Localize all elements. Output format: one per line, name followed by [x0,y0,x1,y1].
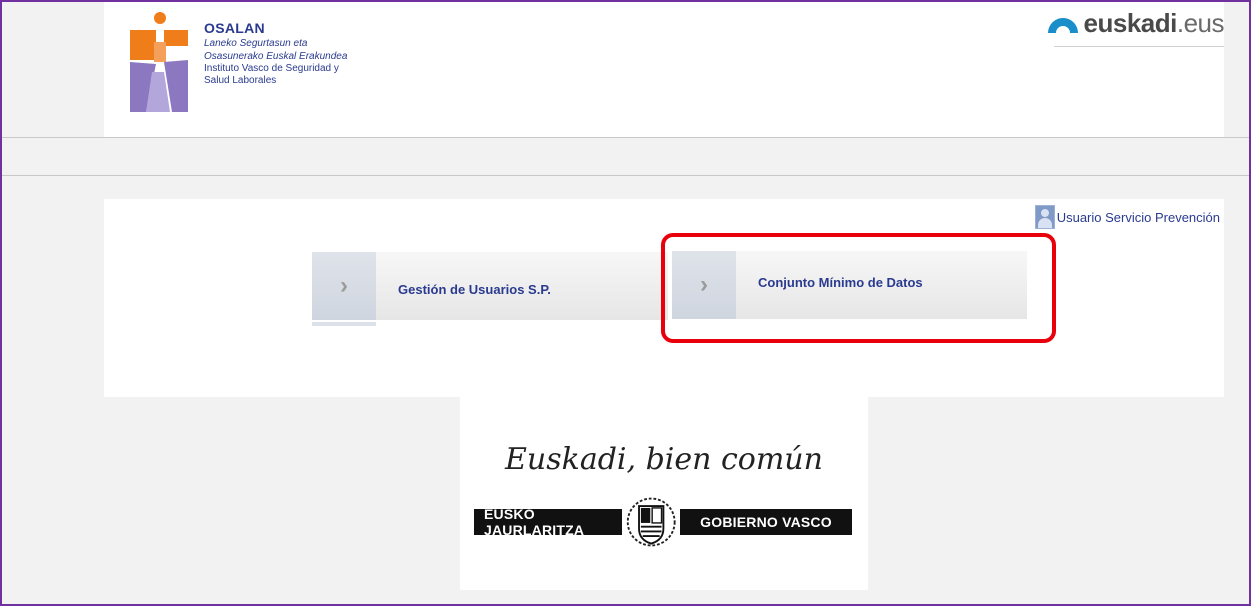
osalan-name: OSALAN [204,20,265,36]
osalan-basque-line-1: Laneko Segurtasun eta [204,38,308,49]
osalan-basque-line-2: Osasunerako Euskal Erakundea [204,51,348,62]
site-header: OSALAN Laneko Segurtasun eta Osasunerako… [104,2,1225,137]
app-frame: OSALAN Laneko Segurtasun eta Osasunerako… [0,0,1251,606]
footer-banner: Euskadi, bien común EUSKO JAURLARITZA GO… [460,397,868,590]
euskadi-name: euskadi [1083,7,1178,38]
government-logo[interactable]: EUSKO JAURLARITZA GOBIERNO VASCO [474,497,852,547]
divider-top [2,137,1249,138]
gov-spanish-name: GOBIERNO VASCO [680,509,852,535]
coat-of-arms-icon [626,497,676,547]
tile-chevron-box: › [312,252,376,320]
tile-shadow [312,322,376,326]
osalan-spanish-line-1: Instituto Vasco de Seguridad y [204,63,339,74]
euskadi-wordmark: euskadi.eus [1083,7,1225,39]
gov-basque-name: EUSKO JAURLARITZA [474,506,622,538]
chevron-right-icon: › [340,272,348,299]
euskadi-logo[interactable]: euskadi.eus [1046,7,1225,39]
euskadi-tld: .eus [1176,7,1225,38]
user-label: Usuario Servicio Prevención [1056,209,1220,225]
euskadi-arc-icon [1047,18,1078,33]
osalan-logo[interactable] [124,12,194,112]
user-profile-link[interactable]: Usuario Servicio Prevención [1034,205,1220,229]
header-divider [1054,46,1224,47]
highlight-annotation [661,233,1056,343]
osalan-spanish-line-2: Salud Laborales [204,75,277,86]
user-avatar-icon [1034,205,1055,229]
tile-label: Gestión de Usuarios S.P. [398,281,551,297]
menu-tile-user-management[interactable]: › Gestión de Usuarios S.P. [312,252,668,320]
divider-bottom [2,175,1249,176]
osalan-brand-text: OSALAN Laneko Segurtasun eta Osasunerako… [204,20,347,86]
footer-slogan: Euskadi, bien común [505,442,823,477]
